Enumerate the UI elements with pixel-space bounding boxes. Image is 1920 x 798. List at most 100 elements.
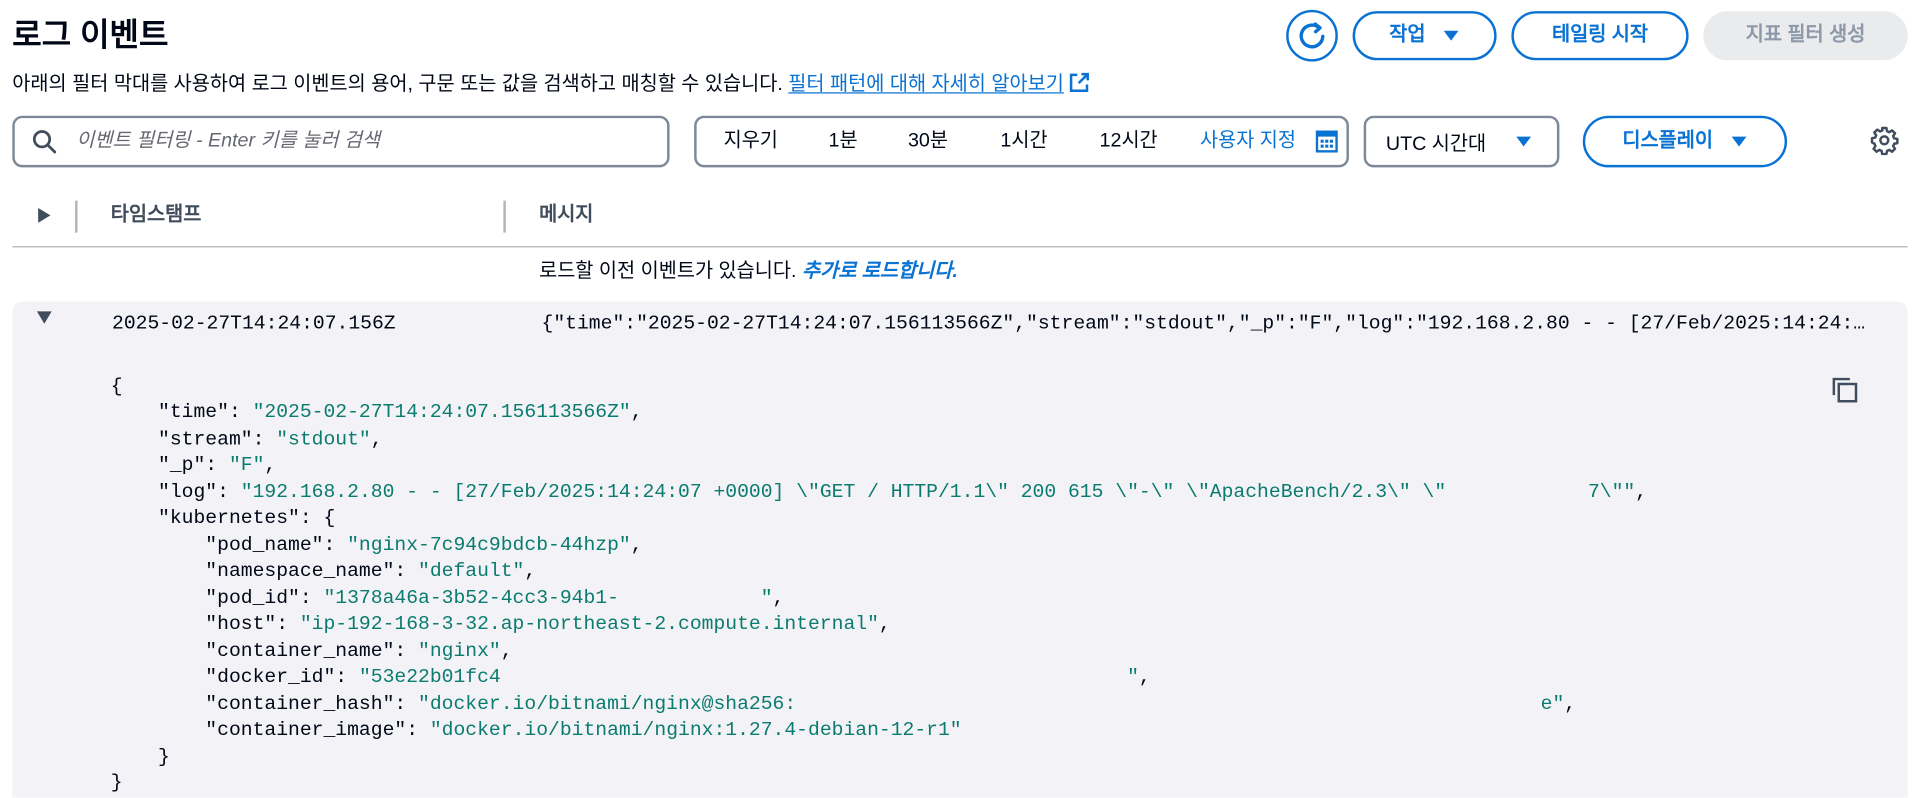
- json-line-p: "_p": "F",: [111, 453, 1647, 479]
- json-value: "nginx-7c94c9bdcb-44hzp": [347, 533, 631, 557]
- json-punct: ,: [1564, 692, 1577, 715]
- refresh-button[interactable]: [1286, 9, 1338, 62]
- json-value: "1378a46a-3b52-4cc3-94b1- ": [323, 586, 773, 609]
- range-option-1m[interactable]: 1분: [812, 118, 874, 165]
- json-line-log: "log": "192.168.2.80 - - [27/Feb/2025:14…: [111, 480, 1647, 506]
- json-punct: ,: [772, 586, 785, 609]
- json-key: "host":: [205, 613, 300, 636]
- json-line-container-name: "container_name": "nginx",: [111, 638, 1647, 664]
- start-tailing-button[interactable]: 테일링 시작: [1511, 11, 1689, 61]
- json-value: "ip-192-168-3-32.ap-northeast-2.compute.…: [299, 613, 879, 636]
- timezone-select[interactable]: UTC 시간대: [1363, 115, 1560, 168]
- range-option-30m[interactable]: 30분: [891, 118, 965, 165]
- json-value: "53e22b01fc4 ": [358, 666, 1139, 689]
- json-punct: }: [158, 745, 170, 768]
- column-header-message: 메시지: [539, 204, 594, 226]
- description-text: 아래의 필터 막대를 사용하여 로그 이벤트의 용어, 구문 또는 값을 검색하…: [12, 73, 783, 95]
- create-metric-filter-button: 지표 필터 생성: [1703, 11, 1908, 61]
- json-key: "pod_name":: [205, 533, 348, 557]
- event-filter-search[interactable]: [12, 115, 670, 168]
- json-punct: ,: [878, 613, 891, 636]
- json-punct: {: [323, 507, 336, 530]
- caret-down-icon: [1730, 135, 1747, 147]
- filter-pattern-learn-more-link[interactable]: 필터 패턴에 대해 자세히 알아보기: [788, 71, 1091, 95]
- json-value: "stdout": [276, 428, 371, 451]
- json-value: "docker.io/bitnami/nginx@sha256: e": [418, 692, 1565, 715]
- event-message: {"time":"2025-02-27T14:24:07.156113566Z"…: [541, 312, 1866, 335]
- json-line-docker-id: "docker_id": "53e22b01fc4 ",: [111, 665, 1647, 691]
- json-key: "namespace_name":: [205, 560, 419, 583]
- json-line-open-brace: {: [111, 374, 1647, 400]
- table-header-divider: [12, 246, 1908, 248]
- table-row[interactable]: 2025-02-27T14:24:07.156Z {"time":"2025-0…: [12, 301, 1908, 798]
- json-line-stream: "stream": "stdout",: [111, 427, 1647, 453]
- json-value: "F": [228, 454, 265, 477]
- json-punct: ,: [500, 639, 513, 662]
- json-line-container-hash: "container_hash": "docker.io/bitnami/ngi…: [111, 691, 1647, 717]
- json-key: "time":: [158, 401, 253, 424]
- json-punct: {: [110, 375, 123, 398]
- load-more-link[interactable]: 추가로 로드합니다.: [802, 261, 958, 282]
- timezone-selected-value: UTC 시간대: [1385, 134, 1487, 156]
- json-value: "docker.io/bitnami/nginx:1.27.4-debian-1…: [429, 718, 962, 742]
- json-key: "pod_id":: [205, 586, 324, 609]
- caret-down-icon: [1515, 135, 1532, 147]
- json-line-kubernetes: "kubernetes": {: [111, 506, 1647, 532]
- range-option-1h[interactable]: 1시간: [985, 118, 1064, 165]
- start-tailing-label: 테일링 시작: [1551, 24, 1649, 46]
- json-line-host: "host": "ip-192-168-3-32.ap-northeast-2.…: [111, 612, 1647, 638]
- json-key: "log":: [158, 481, 241, 504]
- json-key: "stream":: [158, 428, 277, 451]
- json-key: "container_image":: [205, 718, 430, 742]
- column-resizer[interactable]: [75, 200, 78, 233]
- json-line-time: "time": "2025-02-27T14:24:07.156113566Z"…: [111, 401, 1647, 427]
- page-description: 아래의 필터 막대를 사용하여 로그 이벤트의 용어, 구문 또는 값을 검색하…: [12, 71, 1091, 98]
- json-line-pod-id: "pod_id": "1378a46a-3b52-4cc3-94b1- ",: [111, 586, 1647, 612]
- json-key: "docker_id":: [205, 666, 359, 689]
- json-punct: ,: [1138, 666, 1151, 689]
- event-timestamp: 2025-02-27T14:24:07.156Z: [111, 312, 396, 335]
- json-punct: ,: [524, 560, 537, 583]
- json-value: "default": [418, 560, 525, 583]
- json-punct: ,: [264, 454, 277, 477]
- json-key: "kubernetes":: [158, 507, 324, 530]
- actions-dropdown-button[interactable]: 작업: [1352, 11, 1497, 61]
- json-line-container-image: "container_image": "docker.io/bitnami/ng…: [111, 718, 1647, 744]
- json-line-pod-name: "pod_name": "nginx-7c94c9bdcb-44hzp",: [111, 533, 1647, 559]
- display-options-button[interactable]: 디스플레이: [1582, 115, 1788, 168]
- json-punct: ,: [1635, 481, 1648, 504]
- caret-down-icon: [1443, 30, 1460, 42]
- create-metric-filter-label: 지표 필터 생성: [1745, 24, 1866, 46]
- caret-right-icon[interactable]: [37, 207, 52, 224]
- json-value: "2025-02-27T14:24:07.156113566Z": [252, 401, 631, 424]
- caret-down-icon[interactable]: [36, 310, 53, 325]
- json-key: "container_hash":: [205, 692, 419, 715]
- search-icon: [32, 129, 57, 154]
- load-more-row: 로드할 이전 이벤트가 있습니다. 추가로 로드합니다.: [539, 258, 958, 285]
- gear-icon[interactable]: [1870, 126, 1900, 156]
- json-line-close-brace: }: [111, 770, 1647, 796]
- json-punct: ,: [370, 428, 383, 451]
- range-option-12h[interactable]: 12시간: [1083, 118, 1174, 165]
- display-label: 디스플레이: [1622, 130, 1713, 152]
- time-range-selector: 지우기 1분 30분 1시간 12시간 사용자 지정: [694, 115, 1349, 168]
- range-option-custom[interactable]: 사용자 지정: [1186, 118, 1309, 165]
- event-filter-input[interactable]: [76, 118, 655, 165]
- json-line-namespace-name: "namespace_name": "default",: [111, 559, 1647, 585]
- calendar-icon[interactable]: [1315, 130, 1338, 153]
- range-option-clear[interactable]: 지우기: [708, 118, 794, 165]
- json-line-close-brace-inner: }: [111, 744, 1647, 770]
- event-json-detail: { "time": "2025-02-27T14:24:07.156113566…: [111, 374, 1647, 797]
- load-more-text: 로드할 이전 이벤트가 있습니다.: [539, 260, 797, 282]
- copy-icon[interactable]: [1830, 375, 1860, 405]
- external-link-icon: [1069, 71, 1091, 93]
- learn-more-link-text: 필터 패턴에 대해 자세히 알아보기: [788, 73, 1064, 95]
- page-title: 로그 이벤트: [12, 15, 169, 53]
- refresh-icon: [1296, 20, 1328, 52]
- column-header-timestamp: 타임스탬프: [110, 204, 202, 226]
- json-punct: ,: [630, 533, 643, 557]
- log-events-panel: 로그 이벤트 작업 테일링 시작 지표 필터 생성 아래의 필터 막대를 사용하…: [0, 0, 1920, 798]
- json-value: "192.168.2.80 - - [27/Feb/2025:14:24:07 …: [240, 481, 1636, 504]
- column-resizer[interactable]: [503, 200, 506, 233]
- json-punct: ,: [630, 401, 643, 424]
